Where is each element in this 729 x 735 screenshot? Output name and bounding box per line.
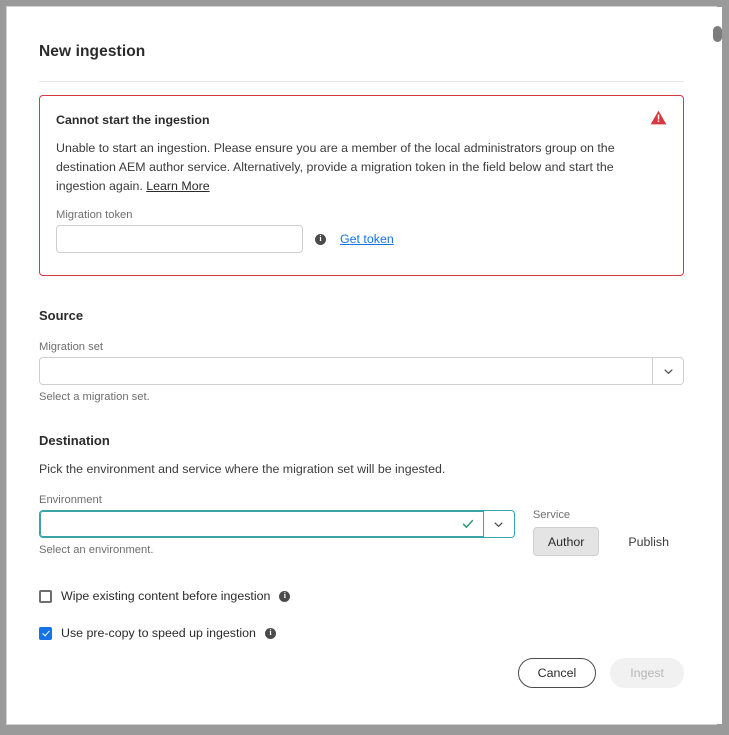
options-group: Wipe existing content before ingestion U…: [39, 589, 684, 640]
pre-copy-label: Use pre-copy to speed up ingestion: [61, 626, 256, 640]
service-option-author[interactable]: Author: [532, 527, 600, 556]
environment-input[interactable]: [40, 511, 462, 537]
destination-description: Pick the environment and service where t…: [39, 462, 446, 476]
destination-heading: Destination: [39, 433, 110, 448]
migration-set-combobox[interactable]: [39, 357, 684, 385]
environment-dropdown-button[interactable]: [482, 511, 514, 537]
wipe-existing-content-checkbox[interactable]: [39, 589, 52, 603]
migration-set-help-text: Select a migration set.: [39, 391, 150, 403]
error-banner: Cannot start the ingestion Unable to sta…: [39, 95, 684, 276]
migration-set-dropdown-button[interactable]: [652, 358, 683, 384]
vertical-scrollbar-thumb[interactable]: [713, 26, 722, 42]
vertical-scrollbar-track[interactable]: [713, 7, 722, 724]
destination-row: Environment Select an environment. Servi…: [39, 494, 684, 556]
environment-group: Environment Select an environment.: [39, 494, 515, 556]
dialog-body: New ingestion Cannot start the ingestion…: [7, 7, 716, 724]
service-label: Service: [532, 509, 571, 521]
get-token-link[interactable]: Get token: [340, 232, 394, 246]
service-option-publish[interactable]: Publish: [613, 527, 684, 556]
title-divider: [39, 81, 684, 82]
alert-triangle-icon: [650, 110, 667, 125]
chevron-down-icon: [494, 521, 503, 527]
pre-copy-info-icon[interactable]: [264, 627, 276, 639]
migration-token-row: Get token: [56, 225, 665, 253]
dialog-window: New ingestion Cannot start the ingestion…: [6, 6, 717, 725]
migration-token-info-icon[interactable]: [315, 233, 326, 245]
destination-section: Destination Pick the environment and ser…: [39, 433, 684, 556]
service-segmented-control: Author Publish: [532, 527, 684, 556]
learn-more-link[interactable]: Learn More: [146, 179, 209, 193]
migration-set-label: Migration set: [39, 341, 104, 353]
environment-combobox[interactable]: [39, 510, 515, 538]
chevron-down-icon: [663, 368, 673, 374]
error-body: Unable to start an ingestion. Please ens…: [56, 139, 665, 196]
migration-token-input[interactable]: [56, 225, 303, 253]
source-section: Source Migration set Select a migration …: [39, 308, 684, 403]
migration-token-group: Migration token Get token: [56, 209, 665, 253]
environment-help-text: Select an environment.: [39, 544, 154, 556]
error-body-text: Unable to start an ingestion. Please ens…: [56, 141, 615, 193]
migration-token-label: Migration token: [56, 209, 133, 221]
environment-label: Environment: [39, 494, 102, 506]
page-title: New ingestion: [39, 43, 146, 60]
pre-copy-checkbox[interactable]: [39, 626, 52, 640]
pre-copy-row: Use pre-copy to speed up ingestion: [39, 626, 684, 640]
wipe-existing-content-info-icon[interactable]: [279, 590, 291, 602]
migration-set-input[interactable]: [40, 358, 652, 384]
checkmark-icon: [462, 511, 483, 537]
cancel-button[interactable]: Cancel: [517, 658, 597, 688]
wipe-existing-content-label: Wipe existing content before ingestion: [61, 589, 271, 603]
error-heading: Cannot start the ingestion: [56, 113, 210, 127]
screen-root: New ingestion Cannot start the ingestion…: [0, 0, 729, 735]
wipe-existing-content-row: Wipe existing content before ingestion: [39, 589, 684, 603]
dialog-footer: Cancel Ingest: [517, 658, 684, 688]
ingest-button: Ingest: [610, 658, 684, 688]
service-group-wrapper: Service Author Publish: [532, 509, 684, 556]
source-heading: Source: [39, 308, 84, 323]
